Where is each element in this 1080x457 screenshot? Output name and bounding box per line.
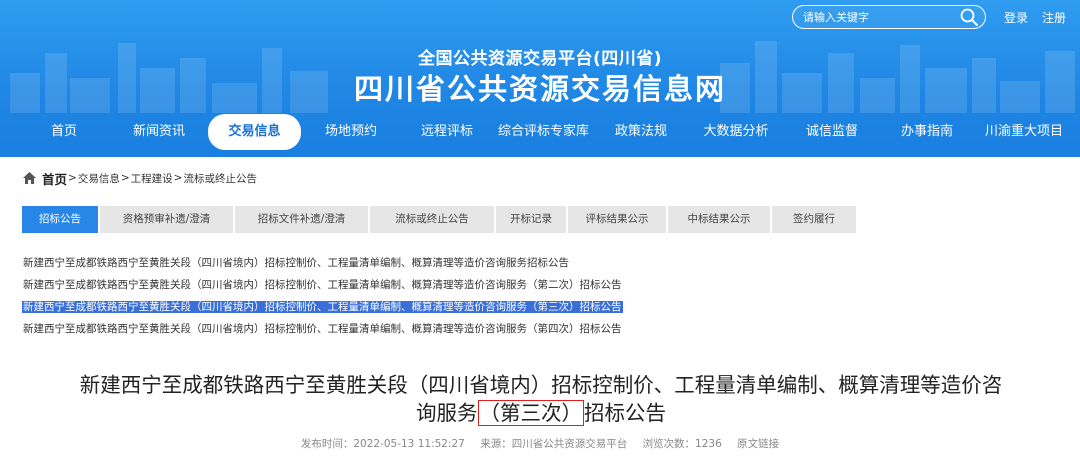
list-item[interactable]: 新建西宁至成都铁路西宁至黄胜关段（四川省境内）招标控制价、工程量清单编制、概算清… [22, 274, 623, 296]
breadcrumb: 首页 > 交易信息 > 工程建设 > 流标或终止公告 [22, 169, 257, 187]
original-link[interactable]: 原文链接 [737, 438, 779, 450]
nav-item-news[interactable]: 新闻资讯 [131, 116, 187, 148]
view-count: 浏览次数：1236 [642, 438, 722, 450]
breadcrumb-engineering[interactable]: 工程建设 [131, 171, 173, 186]
tab-evaluation-result[interactable]: 评标结果公示 [568, 206, 668, 233]
list-item[interactable]: 新建西宁至成都铁路西宁至黄胜关段（四川省境内）招标控制价、工程量清单编制、概算清… [22, 252, 623, 274]
article-title-line2-post: 招标公告 [584, 401, 666, 425]
article-source: 来源：四川省公共资源交易平台 [480, 438, 628, 450]
article-meta: 发布时间：2022-05-13 11:52:27 来源：四川省公共资源交易平台 … [0, 436, 1080, 451]
list-item[interactable]: 新建西宁至成都铁路西宁至黄胜关段（四川省境内）招标控制价、工程量清单编制、概算清… [22, 318, 623, 340]
home-icon [23, 172, 36, 184]
breadcrumb-home[interactable]: 首页 [42, 169, 67, 188]
breadcrumb-separator: > [173, 172, 183, 184]
breadcrumb-trade-info[interactable]: 交易信息 [78, 171, 120, 186]
announcement-list: 新建西宁至成都铁路西宁至黄胜关段（四川省境内）招标控制价、工程量清单编制、概算清… [22, 252, 623, 340]
breadcrumb-failed-bid[interactable]: 流标或终止公告 [183, 171, 257, 186]
register-link[interactable]: 注册 [1042, 9, 1066, 26]
nav-item-expert-pool[interactable]: 综合评标专家库 [496, 116, 591, 148]
tab-bid-opening-record[interactable]: 开标记录 [496, 206, 568, 233]
article-title: 新建西宁至成都铁路西宁至黄胜关段（四川省境内）招标控制价、工程量清单编制、概算清… [26, 371, 1056, 427]
breadcrumb-separator: > [120, 172, 130, 184]
list-item-text: 新建西宁至成都铁路西宁至黄胜关段（四川省境内）招标控制价、工程量清单编制、概算清… [23, 323, 622, 335]
site-title: 四川省公共资源交易信息网 [353, 72, 726, 106]
list-item-text: 新建西宁至成都铁路西宁至黄胜关段（四川省境内）招标控制价、工程量清单编制、概算清… [23, 279, 622, 291]
tab-bid-document-addendum[interactable]: 招标文件补遗/澄清 [235, 206, 370, 233]
search-input[interactable] [802, 10, 959, 24]
nav-item-home[interactable]: 首页 [46, 116, 82, 148]
nav-item-venue-booking[interactable]: 场地预约 [322, 116, 380, 148]
category-tabs: 招标公告 资格预审补遗/澄清 招标文件补遗/澄清 流标或终止公告 开标记录 评标… [22, 206, 856, 233]
search-box[interactable] [791, 5, 986, 29]
nav-item-major-projects[interactable]: 川渝重大项目 [982, 116, 1066, 148]
nav-item-big-data[interactable]: 大数据分析 [701, 116, 771, 148]
nav-item-policy[interactable]: 政策法规 [612, 116, 670, 148]
login-link[interactable]: 登录 [1004, 9, 1028, 26]
tab-contract-performance[interactable]: 签约履行 [772, 206, 856, 233]
nav-item-remote-evaluation[interactable]: 远程评标 [418, 116, 476, 148]
article-title-line1: 新建西宁至成都铁路西宁至黄胜关段（四川省境内）招标控制价、工程量清单编制、概算清… [79, 373, 1003, 397]
nav-item-guide[interactable]: 办事指南 [898, 116, 956, 148]
list-item-selected[interactable]: 新建西宁至成都铁路西宁至黄胜关段（四川省境内）招标控制价、工程量清单编制、概算清… [22, 296, 623, 318]
highlighted-round: （第三次） [477, 400, 584, 426]
article-title-line2-pre: 询服务 [416, 401, 478, 425]
breadcrumb-separator: > [68, 172, 77, 184]
main-nav: 首页 新闻资讯 交易信息 场地预约 远程评标 综合评标专家库 政策法规 大数据分… [0, 114, 1080, 150]
nav-item-integrity[interactable]: 诚信监督 [803, 116, 861, 148]
nav-item-trade-info[interactable]: 交易信息 [208, 114, 301, 150]
tab-prequalification-addendum[interactable]: 资格预审补遗/澄清 [100, 206, 235, 233]
search-icon[interactable] [959, 7, 979, 27]
publish-time: 发布时间：2022-05-13 11:52:27 [300, 438, 465, 450]
list-item-text: 新建西宁至成都铁路西宁至黄胜关段（四川省境内）招标控制价、工程量清单编制、概算清… [23, 257, 569, 269]
list-item-text: 新建西宁至成都铁路西宁至黄胜关段（四川省境内）招标控制价、工程量清单编制、概算清… [22, 301, 623, 313]
tab-award-result[interactable]: 中标结果公示 [668, 206, 772, 233]
tab-bid-announcement[interactable]: 招标公告 [22, 206, 100, 233]
tab-failed-bid[interactable]: 流标或终止公告 [370, 206, 496, 233]
site-header: 登录 注册 全国公共资源交易平台(四川省) 四川省公共资源交易信息网 首页 新闻… [0, 0, 1080, 157]
top-bar: 登录 注册 [791, 5, 1080, 29]
